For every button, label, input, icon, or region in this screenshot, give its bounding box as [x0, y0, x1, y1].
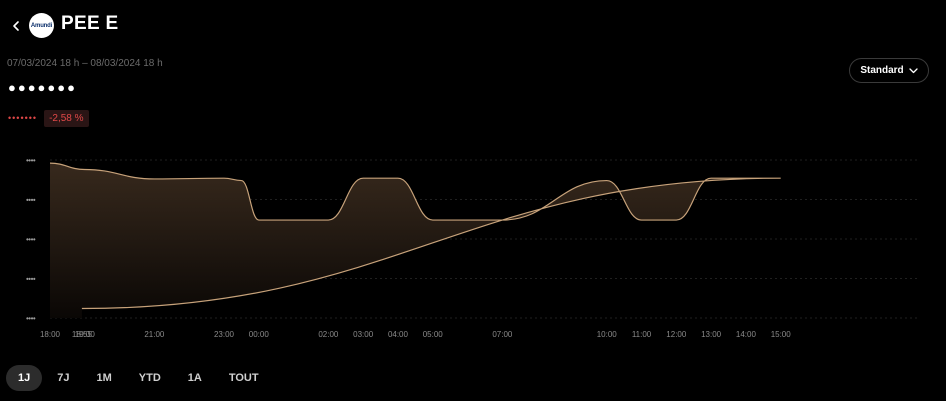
y-tick-label: ••••: [26, 314, 36, 323]
x-tick-label: 11:00: [632, 330, 652, 339]
x-tick-label: 13:00: [701, 330, 722, 339]
chevron-down-icon: [909, 67, 918, 73]
header: Amundi PEE E: [0, 0, 946, 52]
x-tick-label: 05:00: [423, 330, 444, 339]
range-selector: 1J 7J 1M YTD 1A TOUT: [6, 365, 274, 391]
page-title: PEE E: [61, 13, 119, 34]
range-ytd[interactable]: YTD: [127, 365, 173, 391]
x-tick-label: 23:00: [214, 330, 235, 339]
x-tick-label: 15:00: [771, 330, 792, 339]
range-1a[interactable]: 1A: [176, 365, 214, 391]
x-tick-label: 18:00: [40, 330, 61, 339]
range-1j[interactable]: 1J: [6, 365, 43, 391]
performance-badge: -2,58 %: [44, 109, 89, 127]
y-tick-label: ••••: [26, 156, 36, 165]
x-tick-label: 14:00: [736, 330, 757, 339]
y-tick-label: ••••: [26, 275, 36, 284]
view-select-button[interactable]: Standard: [849, 58, 929, 83]
x-tick-label: 07:00: [492, 330, 513, 339]
x-tick-label: 21:00: [144, 330, 165, 339]
y-tick-label: ••••: [26, 196, 36, 205]
chevron-left-icon[interactable]: [9, 16, 23, 36]
x-tick-label: 03:00: [353, 330, 374, 339]
x-tick-label: 04:00: [388, 330, 409, 339]
amundi-logo: Amundi: [29, 13, 54, 38]
price-chart: •••••••••••••••••••• 18:00 19:00 21:00 23:0…: [26, 156, 917, 339]
view-select-label: Standard: [860, 65, 904, 76]
masked-value: ●●●●●●●: [8, 80, 77, 95]
x-tick-label: 10:00: [597, 330, 618, 339]
range-1m[interactable]: 1M: [85, 365, 124, 391]
x-tick-label: 18:55: [72, 330, 93, 339]
y-tick-label: ••••: [26, 235, 36, 244]
range-tout[interactable]: TOUT: [217, 365, 271, 391]
chart-area-fill: [50, 163, 781, 318]
x-tick-label: 12:00: [666, 330, 687, 339]
date-range: 07/03/2024 18 h – 08/03/2024 18 h: [7, 58, 163, 69]
performance-masked: •••••••: [8, 113, 38, 123]
performance-row: ••••••• -2,58 %: [8, 109, 89, 127]
x-tick-label: 02:00: [318, 330, 339, 339]
logo-text: Amundi: [30, 22, 53, 29]
x-tick-label: 00:00: [249, 330, 270, 339]
range-7j[interactable]: 7J: [45, 365, 81, 391]
